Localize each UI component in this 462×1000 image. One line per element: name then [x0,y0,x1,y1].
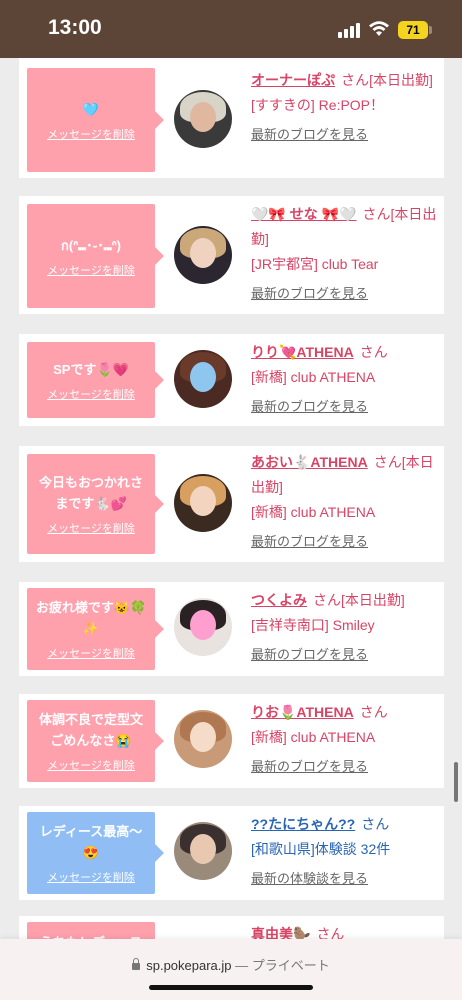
message-text: ก(ᐢ⑉･֊･⑉ᐢ) [61,237,121,253]
status-time: 13:00 [48,16,102,39]
cast-suffix: さん [359,344,388,360]
shop-name: [新橋] club ATHENA [251,504,376,520]
shop-name: [新橋] club ATHENA [251,729,376,745]
avatar[interactable] [174,822,232,880]
latest-blog-link[interactable]: 最新のブログを見る [251,642,441,667]
delete-message-link[interactable]: メッセージを削除 [47,645,135,661]
cast-info: つくよみ さん[本日出勤] [吉祥寺南口] Smiley 最新のブログを見る [251,588,441,667]
cast-suffix: さん[本日出勤] [341,72,433,88]
delete-message-link[interactable]: メッセージを削除 [47,386,135,402]
message-bubble: 体調不良で定型文ごめんなさ😭 メッセージを削除 [27,700,164,782]
wifi-icon [369,21,389,36]
latest-blog-link[interactable]: 最新のブログを見る [251,529,441,554]
browser-bottom-bar: sp.pokepara.jp — プライベート [0,939,462,1000]
avatar[interactable] [174,710,232,768]
latest-review-link[interactable]: 最新の体験談を見る [251,866,441,891]
avatar[interactable] [174,350,232,408]
message-text: 🩵 [82,101,100,117]
status-bar: 13:00 71 [0,0,462,58]
cast-info: ??たにちゃん?? さん [和歌山県]体験談 32件 最新の体験談を見る [251,812,441,891]
cellular-signal-icon [338,22,362,38]
battery-icon: 71 [398,21,428,39]
cast-info: りり💘ATHENA さん [新橋] club ATHENA 最新のブログを見る [251,340,441,419]
shop-name: [新橋] club ATHENA [251,369,376,385]
cast-info: りお🌷ATHENA さん [新橋] club ATHENA 最新のブログを見る [251,700,441,779]
cast-suffix: さん [361,816,390,832]
message-bubble: レディース最高〜😍 メッセージを削除 [27,812,164,894]
browsing-mode: — プライベート [235,958,330,973]
delete-message-link[interactable]: メッセージを削除 [47,520,135,536]
cast-name-link[interactable]: りり💘ATHENA [251,344,354,360]
delete-message-link[interactable]: メッセージを削除 [47,262,135,278]
delete-message-link[interactable]: メッセージを削除 [47,126,135,142]
shop-name: [JR宇都宮] club Tear [251,256,379,272]
home-indicator[interactable] [149,985,313,990]
message-bubble: SPです🌷💗 メッセージを削除 [27,342,164,418]
shop-name: [すすきの] Re:POP！ [251,97,385,113]
shop-name: [和歌山県]体験談 32件 [251,841,391,857]
message-card: SPです🌷💗 メッセージを削除 りり💘ATHENA さん [新橋] club AT… [19,334,444,426]
cast-name-link[interactable]: ??たにちゃん?? [251,816,355,832]
message-card: 体調不良で定型文ごめんなさ😭 メッセージを削除 りお🌷ATHENA さん [新橋]… [19,694,444,788]
message-card: お疲れ様です😺🍀✨ メッセージを削除 つくよみ さん[本日出勤] [吉祥寺南口] … [19,582,444,676]
message-bubble: 🩵 メッセージを削除 [27,68,164,172]
cast-suffix: さん [359,704,388,720]
message-text: 今日もおつかれさまです🐇💕 [38,475,143,511]
avatar[interactable] [174,226,232,284]
cast-name-link[interactable]: つくよみ [251,592,307,608]
avatar[interactable] [174,474,232,532]
cast-info: 🤍🎀 せな 🎀🤍 さん[本日出勤] [JR宇都宮] club Tear 最新のブロ… [251,202,441,306]
message-bubble: お疲れ様です😺🍀✨ メッセージを削除 [27,588,164,670]
message-bubble: ก(ᐢ⑉･֊･⑉ᐢ) メッセージを削除 [27,204,164,308]
message-text: SPです🌷💗 [53,361,129,377]
message-card: 🩵 メッセージを削除 オーナーぽぷ さん[本日出勤] [すすきの] Re:POP！… [19,58,444,178]
cast-info: あおい🐇ATHENA さん[本日出勤] [新橋] club ATHENA 最新のブ… [251,450,441,554]
battery-tip [429,26,432,34]
message-text: お疲れ様です😺🍀✨ [35,600,147,636]
message-card: ก(ᐢ⑉･֊･⑉ᐢ) メッセージを削除 🤍🎀 せな 🎀🤍 さん[本日出勤] [JR… [19,196,444,314]
latest-blog-link[interactable]: 最新のブログを見る [251,122,441,147]
shop-name: [吉祥寺南口] Smiley [251,617,375,633]
address-bar[interactable]: sp.pokepara.jp — プライベート [0,955,462,974]
delete-message-link[interactable]: メッセージを削除 [47,757,135,773]
latest-blog-link[interactable]: 最新のブログを見る [251,394,441,419]
url-domain: sp.pokepara.jp [146,958,232,973]
message-text: レディース最高〜😍 [39,824,143,860]
scrollbar-thumb[interactable] [454,762,458,802]
message-card: 今日もおつかれさまです🐇💕 メッセージを削除 あおい🐇ATHENA さん[本日出勤… [19,446,444,562]
cast-suffix: さん[本日出勤] [313,592,405,608]
latest-blog-link[interactable]: 最新のブログを見る [251,281,441,306]
lock-icon [132,958,141,970]
cast-name-link[interactable]: 🤍🎀 せな 🎀🤍 [251,206,357,222]
message-text: 体調不良で定型文ごめんなさ😭 [38,712,143,748]
avatar[interactable] [174,90,232,148]
message-card: レディース最高〜😍 メッセージを削除 ??たにちゃん?? さん [和歌山県]体験談… [19,806,444,900]
message-bubble: 今日もおつかれさまです🐇💕 メッセージを削除 [27,454,164,554]
cast-name-link[interactable]: オーナーぽぷ [251,72,335,88]
delete-message-link[interactable]: メッセージを削除 [47,869,135,885]
cast-name-link[interactable]: りお🌷ATHENA [251,704,354,720]
cast-info: オーナーぽぷ さん[本日出勤] [すすきの] Re:POP！ 最新のブログを見る [251,68,441,147]
cast-name-link[interactable]: あおい🐇ATHENA [251,454,368,470]
avatar[interactable] [174,598,232,656]
latest-blog-link[interactable]: 最新のブログを見る [251,754,441,779]
